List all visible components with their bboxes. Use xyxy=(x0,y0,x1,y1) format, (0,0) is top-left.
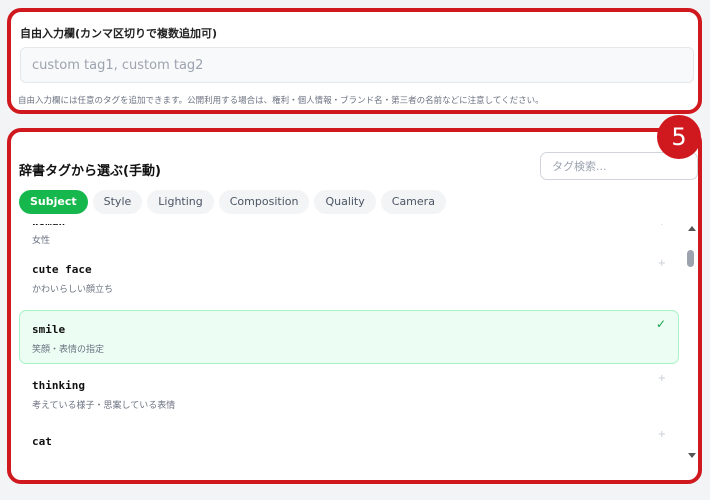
tag-item-cute-face[interactable]: cute face かわいらしい顔立ち + xyxy=(19,253,679,305)
add-icon: + xyxy=(657,429,666,440)
add-icon: + xyxy=(657,258,666,269)
tag-name: cat xyxy=(32,435,52,448)
tab-camera[interactable]: Camera xyxy=(380,190,446,214)
add-icon: + xyxy=(658,224,666,228)
tag-item-cat[interactable]: cat + xyxy=(19,423,679,460)
free-tag-input[interactable] xyxy=(20,47,694,83)
free-input-label: 自由入力欄(カンマ区切りで複数追加可) xyxy=(20,27,218,40)
tag-description: かわいらしい顔立ち xyxy=(32,285,114,295)
tag-list: woman 女性 + cute face かわいらしい顔立ち + smile 笑… xyxy=(11,224,686,460)
category-tabs: Subject Style Lighting Composition Quali… xyxy=(19,190,446,214)
scroll-up-arrow-icon[interactable] xyxy=(688,226,696,231)
tab-subject[interactable]: Subject xyxy=(19,190,88,214)
scroll-down-arrow-icon[interactable] xyxy=(688,453,696,458)
add-icon: + xyxy=(657,373,666,384)
scrollbar-thumb[interactable] xyxy=(687,250,694,267)
tag-description: 女性 xyxy=(32,236,51,246)
tag-item-woman[interactable]: woman 女性 + xyxy=(19,224,679,248)
tag-name: woman xyxy=(32,224,65,228)
tab-lighting[interactable]: Lighting xyxy=(147,190,214,214)
tab-quality[interactable]: Quality xyxy=(314,190,376,214)
tag-name: thinking xyxy=(32,379,85,392)
dictionary-title: 辞書タグから選ぶ(手動) xyxy=(19,164,161,179)
tag-description: 考えている様子・思案している表情 xyxy=(32,401,176,411)
free-input-note: 自由入力欄には任意のタグを追加できます。公開利用する場合は、権利・個人情報・ブラ… xyxy=(18,96,544,106)
tag-name: smile xyxy=(32,323,66,336)
tag-item-smile[interactable]: smile 笑顔・表情の指定 ✓ xyxy=(19,310,679,364)
tag-item-thinking[interactable]: thinking 考えている様子・思案している表情 + xyxy=(19,367,679,419)
tab-composition[interactable]: Composition xyxy=(218,190,310,214)
list-scrollbar[interactable] xyxy=(685,224,697,460)
checkmark-icon: ✓ xyxy=(655,317,666,331)
tag-name: cute face xyxy=(32,263,92,276)
tag-description: 笑顔・表情の指定 xyxy=(32,345,105,355)
tab-style[interactable]: Style xyxy=(92,190,143,214)
free-input-section: 自由入力欄(カンマ区切りで複数追加可) 自由入力欄には任意のタグを追加できます。… xyxy=(7,8,702,114)
step-number-badge: 5 xyxy=(657,115,701,159)
dictionary-section: 辞書タグから選ぶ(手動) Subject Style Lighting Comp… xyxy=(7,128,702,484)
